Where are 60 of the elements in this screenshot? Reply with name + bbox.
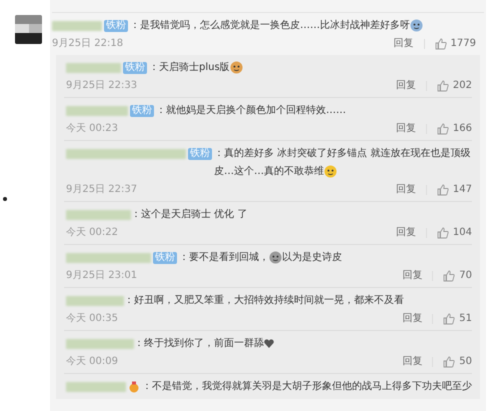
comment-text: ：这个是天启骑士 优化 了: [131, 208, 248, 222]
thumbs-up-icon: [436, 226, 449, 238]
thumbs-up-icon: [443, 270, 456, 282]
emoji-icon: [324, 164, 337, 178]
emoji-icon: [230, 60, 243, 74]
like-button[interactable]: 166: [436, 120, 472, 137]
comment-text: ：天启骑士plus版: [149, 59, 472, 77]
fan-badge: 铁粉: [153, 252, 177, 264]
blurred-username: [66, 382, 126, 392]
thumbs-up-icon: [436, 184, 449, 196]
thumbs-up-icon: [434, 38, 447, 50]
like-button[interactable]: 1779: [434, 35, 476, 52]
like-button[interactable]: 104: [436, 224, 472, 241]
comment-text: ：真的差好多 冰封突破了好多锚点 就连放在现在也是顶级皮…这个…真的不敢恭维: [214, 146, 472, 180]
comment-text: ：终于找到你了，前面一群舔: [134, 335, 472, 353]
fan-badge: 铁粉: [104, 20, 128, 32]
like-button[interactable]: 51: [443, 310, 472, 327]
like-button[interactable]: 202: [436, 77, 472, 94]
thumbs-up-icon: [443, 356, 456, 368]
thumbs-up-icon: [436, 122, 449, 134]
emoji-icon: [410, 18, 423, 32]
blurred-username: [66, 296, 124, 306]
comment-text: ：是我错觉吗，怎么感觉就是一换色皮……比冰封战神差好多呀: [130, 17, 476, 35]
reply-link[interactable]: 回复: [396, 224, 416, 241]
fan-badge: 铁粉: [188, 148, 212, 160]
reply-link[interactable]: 回复: [402, 310, 422, 327]
like-button[interactable]: 50: [443, 353, 472, 370]
comment-text: ：好丑啊，又肥又笨重，大招特效持续时间就一晃，都来不及看: [124, 294, 405, 308]
reply-link[interactable]: 回复: [402, 353, 422, 370]
timestamp: 9月25日 23:01: [66, 269, 138, 283]
timestamp: 今天 00:09: [66, 355, 118, 369]
avatar[interactable]: [15, 15, 42, 44]
fan-badge: 铁粉: [123, 62, 147, 74]
medal-icon: [128, 381, 140, 393]
timestamp: 今天 00:23: [66, 122, 118, 136]
reply-link[interactable]: 回复: [396, 120, 416, 137]
timestamp: 今天 00:22: [66, 226, 118, 240]
blurred-username: [66, 106, 128, 116]
like-button[interactable]: 70: [443, 267, 472, 284]
timestamp: 9月25日 22:33: [66, 79, 138, 93]
timestamp: 9月25日 22:37: [66, 183, 138, 197]
comment-text: ：要不是看到回城， 以为是史诗皮: [179, 250, 343, 266]
reply-link[interactable]: 回复: [402, 267, 422, 284]
blurred-username: [66, 210, 131, 220]
heart-icon: [264, 338, 274, 348]
reply-link[interactable]: 回复: [396, 77, 416, 94]
fan-badge: 铁粉: [130, 105, 154, 117]
reply-link[interactable]: 回复: [394, 35, 414, 52]
blurred-username: [66, 339, 134, 349]
like-button[interactable]: 147: [436, 181, 472, 198]
timestamp: 今天 00:35: [66, 312, 118, 326]
thumbs-up-icon: [443, 312, 456, 324]
blurred-username: [66, 63, 121, 73]
comment-text: ：不是错觉，我觉得就算关羽是大胡子形象但他的战马上得多下功夫吧至少: [142, 380, 472, 394]
comment-text: ：就他妈是天启换个颜色加个回程特效……: [156, 104, 347, 118]
timestamp: 9月25日 22:18: [52, 37, 124, 51]
blurred-username: [52, 21, 102, 31]
thumbs-up-icon: [436, 80, 449, 92]
reply-link[interactable]: 回复: [396, 181, 416, 198]
emoji-icon: [269, 250, 282, 264]
